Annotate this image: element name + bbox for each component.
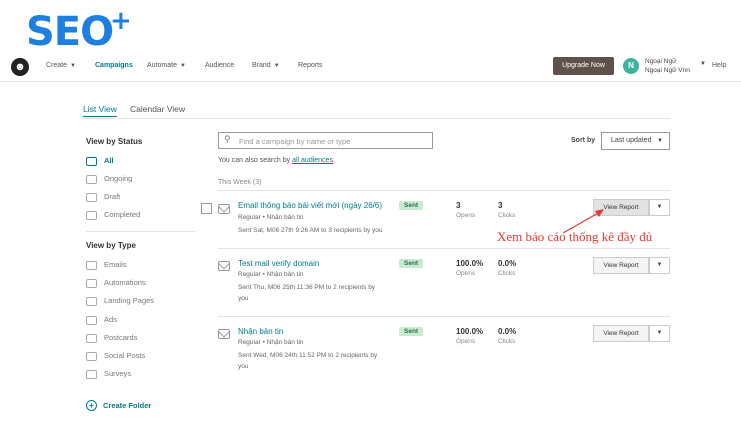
sidebar-item-surveys[interactable]: Surveys xyxy=(86,368,131,380)
status-badge: Sent xyxy=(399,259,424,268)
clicks-value: 0.0% xyxy=(498,327,517,336)
tab-calendar-view[interactable]: Calendar View xyxy=(130,104,185,114)
clicks-label: Clicks xyxy=(498,338,516,345)
report-menu-chevron-icon[interactable]: ▼ xyxy=(649,199,670,216)
group-label: This Week (3) xyxy=(218,179,262,186)
status-badge: Sent xyxy=(399,327,424,336)
row-divider xyxy=(218,190,670,191)
email-icon xyxy=(218,204,230,214)
campaign-sent-info: Sent Sat, M06 27th 9:26 AM to 3 recipien… xyxy=(238,227,383,234)
sidebar-item-postcards[interactable]: Postcards xyxy=(86,332,137,344)
account-name: Ngoại Ngữ xyxy=(645,58,677,65)
create-folder-button[interactable]: + Create Folder xyxy=(86,400,151,411)
campaign-sent-info: Sent Thu, M06 25th 11:36 PM to 2 recipie… xyxy=(238,284,376,302)
view-report-button[interactable]: View Report xyxy=(593,257,649,274)
clicks-label: Clicks xyxy=(498,270,516,277)
campaign-subtitle: Regular • Nhận bản tin xyxy=(238,271,304,278)
all-audiences-link[interactable]: all audiences xyxy=(292,157,333,164)
clicks-value: 0.0% xyxy=(498,259,517,268)
opens-label: Opens xyxy=(456,338,476,345)
chevron-down-icon: ▼ xyxy=(179,63,186,69)
sidebar-item-automations[interactable]: Automations xyxy=(86,277,146,289)
nav-brand[interactable]: Brand ▼ xyxy=(252,62,280,69)
survey-icon xyxy=(86,369,97,379)
upgrade-now-button[interactable]: Upgrade Now xyxy=(553,57,614,75)
sort-label: Sort by xyxy=(571,137,596,144)
campaign-sent-info: Sent Wed, M06 24th 11:52 PM to 2 recipie… xyxy=(238,352,378,370)
campaign-subtitle: Regular • Nhận bản tin xyxy=(238,214,304,221)
nav-audience[interactable]: Audience xyxy=(205,62,234,69)
chevron-down-icon: ▼ xyxy=(70,63,76,69)
opens-value: 100.0% xyxy=(456,327,484,336)
sidebar-item-ongoing[interactable]: Ongoing xyxy=(86,173,132,185)
nav-create[interactable]: Create ▼ xyxy=(46,62,76,69)
tab-divider xyxy=(82,118,670,119)
draft-icon xyxy=(86,192,97,202)
status-badge: Sent xyxy=(399,201,424,210)
opens-value: 3 xyxy=(456,201,461,210)
search-box[interactable] xyxy=(218,132,433,149)
email-icon xyxy=(218,261,230,271)
sidebar-item-emails[interactable]: Emails xyxy=(86,259,127,271)
annotation-note: Xem báo cáo thống kê đầy đủ xyxy=(497,229,653,244)
view-report-button[interactable]: View Report xyxy=(593,325,649,342)
mailchimp-logo-icon[interactable]: ☻ xyxy=(11,58,29,76)
opens-label: Opens xyxy=(456,212,476,219)
sidebar-item-ads[interactable]: Ads xyxy=(86,314,117,326)
email-icon xyxy=(218,329,230,339)
search-icon: ⚲ xyxy=(224,134,231,144)
help-link[interactable]: Help xyxy=(712,62,726,69)
report-menu-chevron-icon[interactable]: ▼ xyxy=(649,325,670,342)
sidebar-item-social-posts[interactable]: Social Posts xyxy=(86,350,145,362)
sidebar-divider xyxy=(86,231,196,232)
clicks-label: Clicks xyxy=(498,212,516,219)
sidebar-item-completed[interactable]: Completed xyxy=(86,209,140,221)
social-icon xyxy=(86,351,97,361)
row-divider xyxy=(218,316,670,317)
account-org: Ngoại Ngữ Vnn xyxy=(645,67,690,74)
all-icon xyxy=(86,156,97,166)
account-menu[interactable]: Ngoại Ngữ Ngoại Ngữ Vnn xyxy=(645,57,690,75)
opens-value: 100.0% xyxy=(456,259,484,268)
chevron-down-icon[interactable]: ▼ xyxy=(700,61,706,67)
automation-icon xyxy=(86,278,97,288)
nav-automate[interactable]: Automate ▼ xyxy=(147,62,186,69)
campaign-title-link[interactable]: Email thông báo bài viết mới (ngày 26/6) xyxy=(238,201,382,210)
sidebar-item-all[interactable]: All xyxy=(86,155,114,167)
avatar[interactable]: N xyxy=(623,58,639,74)
search-hint: You can also search by all audiences. xyxy=(218,157,335,164)
search-input[interactable] xyxy=(237,135,431,148)
nav-campaigns[interactable]: Campaigns xyxy=(95,62,133,69)
chevron-down-icon: ▼ xyxy=(657,138,663,144)
nav-reports[interactable]: Reports xyxy=(298,62,323,69)
sort-select[interactable]: Last updated ▼ xyxy=(601,132,670,150)
view-by-type-heading: View by Type xyxy=(86,241,136,250)
ongoing-icon xyxy=(86,174,97,184)
campaign-title-link[interactable]: Test mail verify domain xyxy=(238,259,319,268)
landing-page-icon xyxy=(86,296,97,306)
campaign-subtitle: Regular • Nhận bản tin xyxy=(238,339,304,346)
email-icon xyxy=(86,260,97,270)
chevron-down-icon: ▼ xyxy=(273,63,280,69)
seo-logo: SEO xyxy=(26,9,114,55)
campaign-title-link[interactable]: Nhận bản tin xyxy=(238,327,283,336)
clicks-value: 3 xyxy=(498,201,503,210)
report-menu-chevron-icon[interactable]: ▼ xyxy=(649,257,670,274)
seo-logo-plus: + xyxy=(110,6,132,36)
row-checkbox[interactable] xyxy=(201,203,212,214)
ads-icon xyxy=(86,315,97,325)
opens-label: Opens xyxy=(456,270,476,277)
plus-circle-icon: + xyxy=(86,400,97,411)
view-by-status-heading: View by Status xyxy=(86,137,143,146)
sidebar-item-landing-pages[interactable]: Landing Pages xyxy=(86,295,154,307)
sidebar-item-draft[interactable]: Draft xyxy=(86,191,120,203)
postcard-icon xyxy=(86,333,97,343)
row-divider xyxy=(218,248,670,249)
tab-list-view[interactable]: List View xyxy=(83,104,117,117)
completed-icon xyxy=(86,210,97,220)
